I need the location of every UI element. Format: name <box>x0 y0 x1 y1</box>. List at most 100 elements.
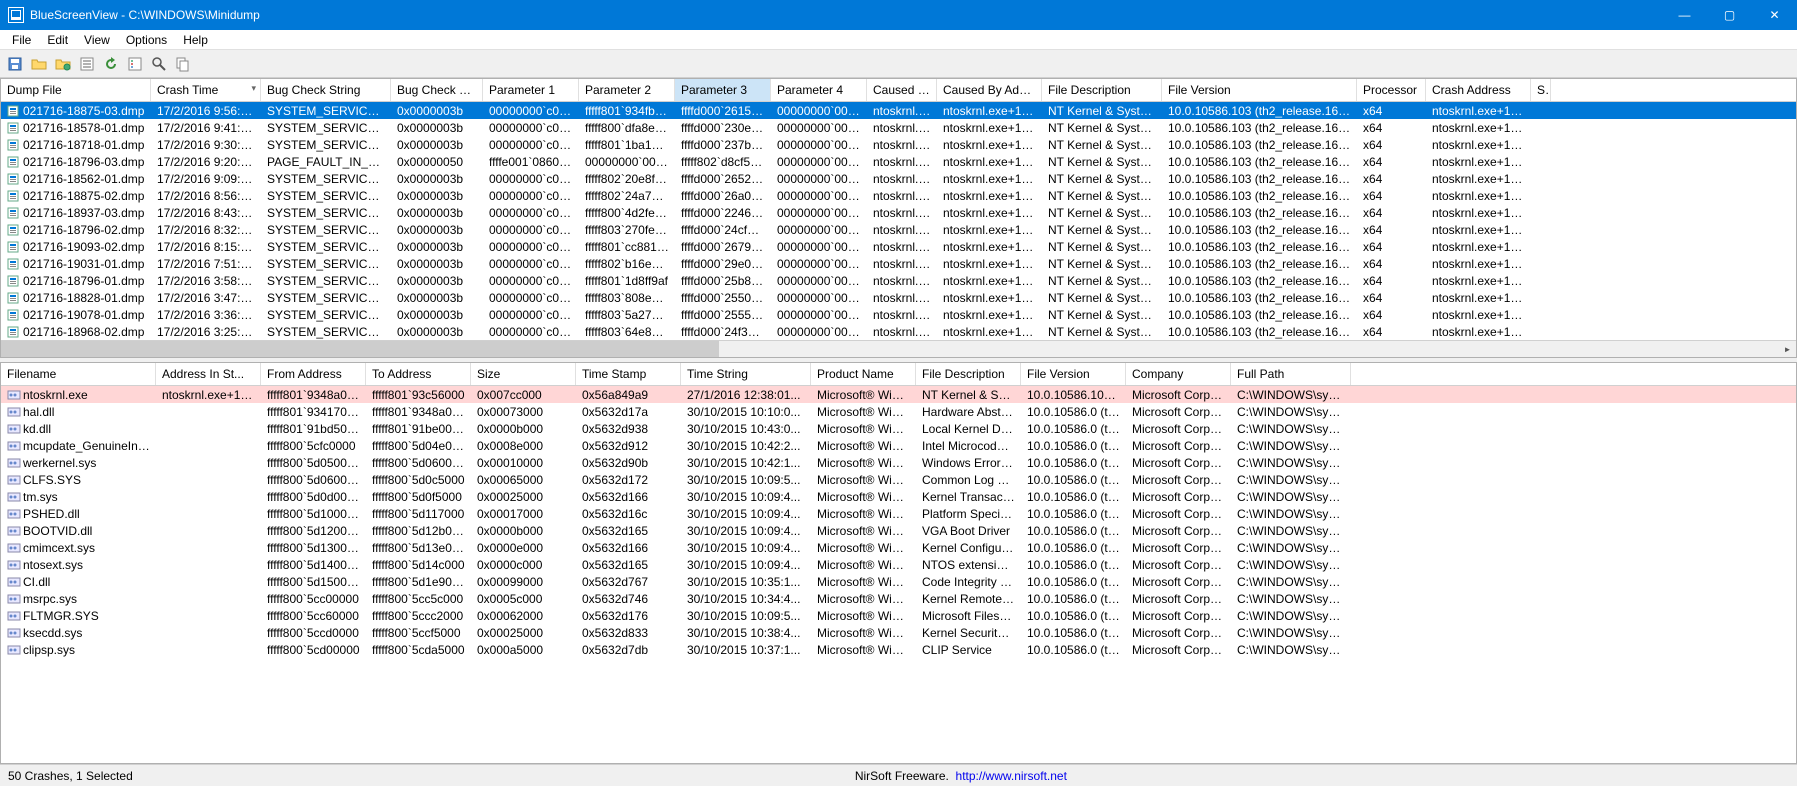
cell: Local Kernel Debu... <box>916 422 1021 436</box>
table-row[interactable]: CI.dllfffff800`5d150000fffff800`5d1e9000… <box>1 573 1796 590</box>
column-header[interactable]: File Description <box>916 363 1021 385</box>
find-icon[interactable] <box>148 53 170 75</box>
cell: 10.0.10586.103 (th2_release.160126-1819) <box>1162 274 1357 288</box>
column-header[interactable]: Caused By Address <box>937 79 1042 101</box>
table-row[interactable]: FLTMGR.SYSfffff800`5cc60000fffff800`5ccc… <box>1 607 1796 624</box>
column-header[interactable]: Parameter 4 <box>771 79 867 101</box>
table-row[interactable]: 021716-18796-01.dmp17/2/2016 3:58:14 ...… <box>1 272 1796 289</box>
cell: Microsoft Corpora... <box>1126 422 1231 436</box>
table-row[interactable]: msrpc.sysfffff800`5cc00000fffff800`5cc5c… <box>1 590 1796 607</box>
column-header[interactable]: Caused By ... <box>867 79 937 101</box>
column-header[interactable]: Parameter 1 <box>483 79 579 101</box>
table-row[interactable]: 021716-18796-02.dmp17/2/2016 8:32:18 ...… <box>1 221 1796 238</box>
cell: x64 <box>1357 223 1426 237</box>
cell: 00000000`c00000... <box>483 138 579 152</box>
table-row[interactable]: tm.sysfffff800`5d0d0000fffff800`5d0f5000… <box>1 488 1796 505</box>
column-header[interactable]: Filename <box>1 363 156 385</box>
table-row[interactable]: 021716-19031-01.dmp17/2/2016 7:51:41 ...… <box>1 255 1796 272</box>
menu-file[interactable]: File <box>4 31 39 49</box>
minimize-button[interactable]: — <box>1662 0 1707 30</box>
table-row[interactable]: BOOTVID.dllfffff800`5d120000fffff800`5d1… <box>1 522 1796 539</box>
cell: Microsoft Corpora... <box>1126 541 1231 555</box>
table-row[interactable]: CLFS.SYSfffff800`5d060000fffff800`5d0c50… <box>1 471 1796 488</box>
column-header[interactable]: To Address <box>366 363 471 385</box>
table-row[interactable]: 021716-18875-03.dmp17/2/2016 9:56:47 ...… <box>1 102 1796 119</box>
properties-icon[interactable] <box>76 53 98 75</box>
file-icon <box>7 406 21 418</box>
close-button[interactable]: ✕ <box>1752 0 1797 30</box>
menu-view[interactable]: View <box>76 31 118 49</box>
module-list-rows[interactable]: ntoskrnl.exentoskrnl.exe+14cfe9fffff801`… <box>1 386 1796 763</box>
table-row[interactable]: 021716-18796-03.dmp17/2/2016 9:20:02 ...… <box>1 153 1796 170</box>
table-row[interactable]: 021716-18578-01.dmp17/2/2016 9:41:35 ...… <box>1 119 1796 136</box>
column-header[interactable]: Parameter 3 <box>675 79 771 101</box>
cell: 00000000`c00000... <box>483 104 579 118</box>
cell: 0x5632d746 <box>576 592 681 606</box>
column-header[interactable]: Crash Address <box>1426 79 1531 101</box>
copy-icon[interactable] <box>172 53 194 75</box>
cell: x64 <box>1357 138 1426 152</box>
table-row[interactable]: PSHED.dllfffff800`5d100000fffff800`5d117… <box>1 505 1796 522</box>
table-row[interactable]: 021716-18968-02.dmp17/2/2016 3:25:43 ...… <box>1 323 1796 340</box>
table-row[interactable]: 021716-18718-01.dmp17/2/2016 9:30:48 ...… <box>1 136 1796 153</box>
column-header[interactable]: Time Stamp <box>576 363 681 385</box>
column-header[interactable]: Parameter 2 <box>579 79 675 101</box>
column-header[interactable]: Full Path <box>1231 363 1351 385</box>
column-header[interactable]: From Address <box>261 363 366 385</box>
column-header[interactable]: Bug Check Code <box>391 79 483 101</box>
column-header[interactable]: Company <box>1126 363 1231 385</box>
open-folder-icon[interactable] <box>28 53 50 75</box>
table-row[interactable]: 021716-18562-01.dmp17/2/2016 9:09:09 ...… <box>1 170 1796 187</box>
menu-help[interactable]: Help <box>175 31 216 49</box>
cell: 0x5632d833 <box>576 626 681 640</box>
table-row[interactable]: mcupdate_GenuineIntel.dllfffff800`5cfc00… <box>1 437 1796 454</box>
table-row[interactable]: 021716-19078-01.dmp17/2/2016 3:36:34 ...… <box>1 306 1796 323</box>
column-header[interactable]: Size <box>471 363 576 385</box>
refresh-icon[interactable] <box>100 53 122 75</box>
column-header[interactable]: Product Name <box>811 363 916 385</box>
table-row[interactable]: kd.dllfffff801`91bd5000fffff801`91be0000… <box>1 420 1796 437</box>
cell: 0x56a849a9 <box>576 388 681 402</box>
vendor-link[interactable]: http://www.nirsoft.net <box>956 769 1067 783</box>
cell: cmimcext.sys <box>1 541 156 555</box>
column-header[interactable]: Crash Time <box>151 79 261 101</box>
table-row[interactable]: 021716-18828-01.dmp17/2/2016 3:47:24 ...… <box>1 289 1796 306</box>
table-row[interactable]: ksecdd.sysfffff800`5ccd0000fffff800`5ccf… <box>1 624 1796 641</box>
menu-options[interactable]: Options <box>118 31 175 49</box>
cell: 10.0.10586.103 (th2_release.160126-1819) <box>1162 291 1357 305</box>
file-icon <box>7 139 21 151</box>
column-header[interactable]: Address In St... <box>156 363 261 385</box>
scroll-thumb[interactable] <box>1 341 719 357</box>
options-icon[interactable] <box>124 53 146 75</box>
cell: 0x0000003b <box>391 257 483 271</box>
table-row[interactable]: ntoskrnl.exentoskrnl.exe+14cfe9fffff801`… <box>1 386 1796 403</box>
cell: fffff801`cc8819af <box>579 240 675 254</box>
maximize-button[interactable]: ▢ <box>1707 0 1752 30</box>
table-row[interactable]: 021716-18937-03.dmp17/2/2016 8:43:11 ...… <box>1 204 1796 221</box>
table-row[interactable]: 021716-18875-02.dmp17/2/2016 8:56:15 ...… <box>1 187 1796 204</box>
column-header[interactable]: Time String <box>681 363 811 385</box>
column-header[interactable]: Dump File <box>1 79 151 101</box>
scroll-right-icon[interactable]: ► <box>1779 341 1796 358</box>
column-header[interactable]: File Version <box>1021 363 1126 385</box>
column-header[interactable]: File Description <box>1042 79 1162 101</box>
folder-advanced-icon[interactable] <box>52 53 74 75</box>
column-header[interactable]: S <box>1531 79 1551 101</box>
horizontal-scrollbar[interactable]: ◄ ► <box>1 340 1796 357</box>
column-header[interactable]: Bug Check String <box>261 79 391 101</box>
column-header[interactable]: File Version <box>1162 79 1357 101</box>
table-row[interactable]: werkernel.sysfffff800`5d050000fffff800`5… <box>1 454 1796 471</box>
table-row[interactable]: clipsp.sysfffff800`5cd00000fffff800`5cda… <box>1 641 1796 658</box>
dump-list-rows[interactable]: 021716-18875-03.dmp17/2/2016 9:56:47 ...… <box>1 102 1796 340</box>
save-icon[interactable] <box>4 53 26 75</box>
table-row[interactable]: 021716-19093-02.dmp17/2/2016 8:15:37 ...… <box>1 238 1796 255</box>
file-icon <box>7 593 21 605</box>
menu-edit[interactable]: Edit <box>39 31 76 49</box>
column-header[interactable]: Processor <box>1357 79 1426 101</box>
table-row[interactable]: ntosext.sysfffff800`5d140000fffff800`5d1… <box>1 556 1796 573</box>
cell: Kernel Security Su... <box>916 626 1021 640</box>
cell: 10.0.10586.103 (th2_release.160126-1819) <box>1162 155 1357 169</box>
table-row[interactable]: cmimcext.sysfffff800`5d130000fffff800`5d… <box>1 539 1796 556</box>
cell: 0x0000b000 <box>471 422 576 436</box>
table-row[interactable]: hal.dllfffff801`93417000fffff801`9348a00… <box>1 403 1796 420</box>
